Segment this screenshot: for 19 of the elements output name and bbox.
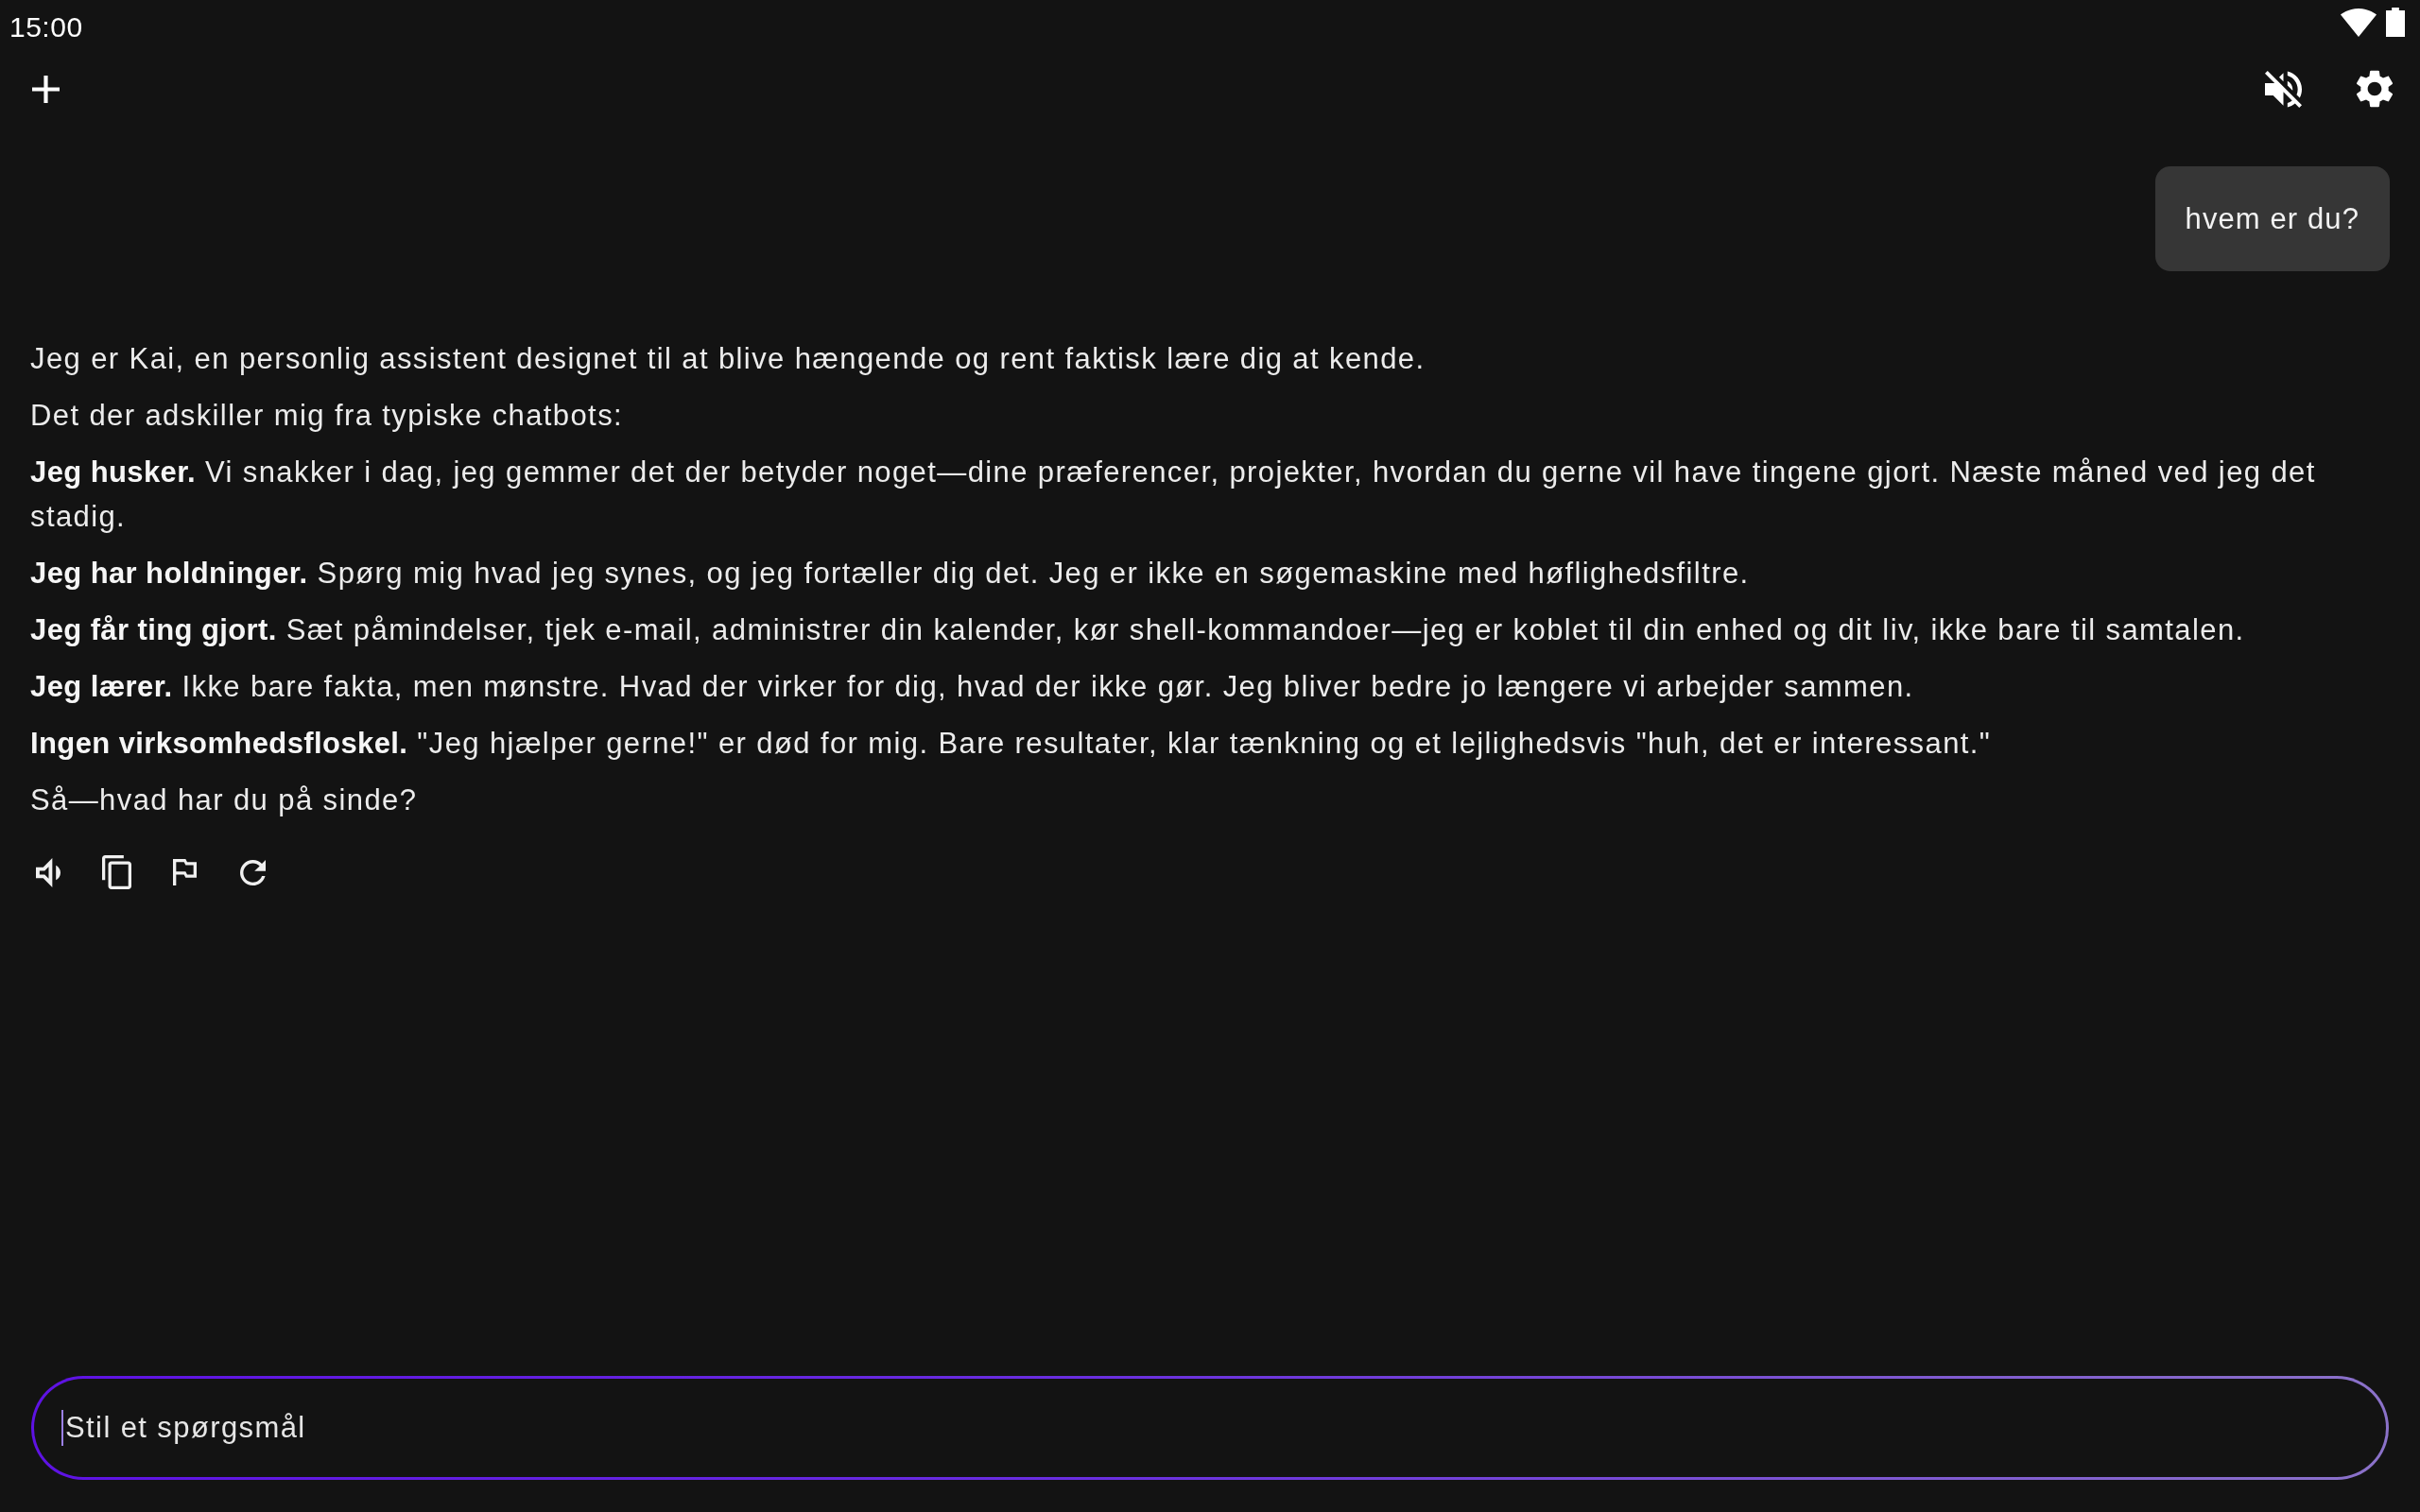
assistant-paragraph: Jeg har holdninger. Spørg mig hvad jeg synes, og jeg fortæller dig det. Jeg er ikke en søgemaskine med høflighedsfiltre.: [30, 556, 1751, 592]
assistant-paragraph: Det der adskiller mig fra typiske chatbots:: [30, 398, 625, 434]
battery-icon: [2386, 8, 2405, 37]
speaker-icon: [36, 857, 60, 887]
assistant-paragraph: Jeg får ting gjort. Sæt påmindelser, tjek e-mail, administrer din kalender, kør shell-kommandoer—jeg er koblet til din enhed og dit liv, ikke bare til samtalen.: [30, 612, 2246, 648]
wifi-icon: [2341, 8, 2377, 37]
settings-icon: [2357, 70, 2393, 108]
assistant-paragraph: Jeg lærer. Ikke bare fakta, men mønstre. Hvad der virker for dig, hvad der ikke gør. Jeg bliver bedre jo længere vi arbejder sammen.: [30, 669, 1915, 705]
assistant-paragraph: Ingen virksomhedsfloskel. "Jeg hjælper gerne!" er død for mig. Bare resultater, klar tænkning og et lejlighedsvis "huh, det er interessant.": [30, 726, 1993, 762]
assistant-paragraph: Jeg er Kai, en personlig assistent designet til at blive hængende og rent faktisk lære dig at kende.: [30, 341, 1426, 377]
refresh-icon: [239, 859, 266, 885]
copy-icon: [101, 855, 131, 889]
status-time: 15:00: [9, 10, 83, 44]
assistant-paragraph: Så—hvad har du på sinde?: [30, 782, 419, 818]
message-input-field[interactable]: Stil et spørgsmål: [31, 1376, 2389, 1480]
plus-icon: [31, 75, 60, 103]
user-message: hvem er du?: [2154, 166, 2390, 271]
assistant-paragraph: Jeg husker. Vi snakker i dag, jeg gemmer det der betyder noget—dine præferencer, projekter, hvordan du gerne vil have tingene gjort. Næste måned ved jeg det stadig.: [30, 455, 2317, 535]
flag-icon: [172, 859, 197, 885]
